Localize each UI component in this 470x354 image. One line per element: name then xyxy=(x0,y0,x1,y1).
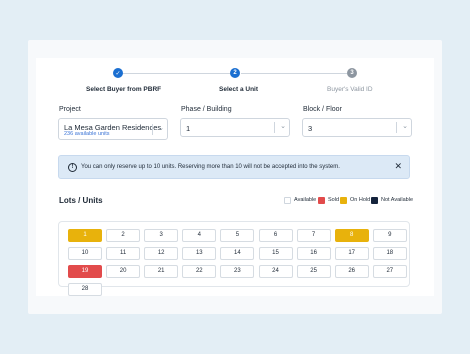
chevron-down-icon[interactable]: ⌄ xyxy=(280,122,286,130)
step-2-label[interactable]: Select a Unit xyxy=(219,86,258,93)
unit-tile-18[interactable]: 18 xyxy=(372,247,407,260)
unit-tile-7[interactable]: 7 xyxy=(296,229,331,242)
legend-not-available: Not Available xyxy=(371,196,413,204)
legend-on-hold: On Hold xyxy=(340,196,370,204)
unit-tile-5[interactable]: 5 xyxy=(220,229,255,242)
block-value: 3 xyxy=(308,124,313,133)
unit-tile-4[interactable]: 4 xyxy=(182,229,217,242)
unit-tile-13[interactable]: 13 xyxy=(182,247,217,260)
legend-sold: Sold xyxy=(318,196,339,204)
block-select[interactable]: 3 ⌄ xyxy=(302,118,412,137)
block-label: Block / Floor xyxy=(303,106,342,113)
step-2-number: 2 xyxy=(230,68,240,78)
step-connector-1 xyxy=(121,73,230,74)
step-connector-2 xyxy=(241,73,347,74)
unit-tile-12[interactable]: 12 xyxy=(144,247,179,260)
legend-swatch-not-available xyxy=(371,196,378,204)
unit-tile-14[interactable]: 14 xyxy=(220,247,255,260)
legend-label-available: Available xyxy=(294,197,317,203)
units-section-title: Lots / Units xyxy=(59,196,103,205)
step-1-label[interactable]: Select Buyer from PBRF xyxy=(86,86,161,93)
project-label: Project xyxy=(59,106,81,113)
select-divider xyxy=(396,122,397,133)
unit-tile-24[interactable]: 24 xyxy=(258,265,293,278)
phase-value: 1 xyxy=(186,124,191,133)
chevron-down-icon[interactable]: ⌄ xyxy=(402,122,408,130)
unit-tile-10[interactable]: 10 xyxy=(68,247,102,260)
step-3-label[interactable]: Buyer's Valid ID xyxy=(327,86,373,93)
unit-tile-17[interactable]: 17 xyxy=(334,247,369,260)
unit-tile-19[interactable]: 19 xyxy=(68,265,102,278)
unit-tile-20[interactable]: 20 xyxy=(106,265,141,278)
unit-tile-15[interactable]: 15 xyxy=(258,247,293,260)
stepper: ✓ Select Buyer from PBRF 2 Select a Unit… xyxy=(0,0,470,100)
select-divider xyxy=(152,124,153,135)
step-3-number: 3 xyxy=(347,68,357,78)
unit-tile-28[interactable]: 28 xyxy=(68,283,102,296)
step-1-check-icon: ✓ xyxy=(113,68,123,78)
unit-tile-9[interactable]: 9 xyxy=(372,229,407,242)
legend-swatch-on-hold xyxy=(340,196,347,204)
info-icon: ! xyxy=(68,163,77,172)
legend-label-on-hold: On Hold xyxy=(350,197,371,203)
unit-tile-23[interactable]: 23 xyxy=(220,265,255,278)
phase-label: Phase / Building xyxy=(181,106,232,113)
project-select[interactable]: La Mesa Garden Residences 236 available … xyxy=(58,118,168,140)
alert-message: You can only reserve up to 10 units. Res… xyxy=(81,164,340,170)
project-available-count: 236 available units xyxy=(64,131,110,137)
unit-tile-2[interactable]: 2 xyxy=(106,229,141,242)
unit-tile-11[interactable]: 11 xyxy=(106,247,141,260)
unit-tile-6[interactable]: 6 xyxy=(258,229,293,242)
unit-tile-3[interactable]: 3 xyxy=(144,229,179,242)
unit-tile-16[interactable]: 16 xyxy=(296,247,331,260)
unit-tile-21[interactable]: 21 xyxy=(144,265,179,278)
legend-available: Available xyxy=(284,196,316,204)
unit-tile-22[interactable]: 22 xyxy=(182,265,217,278)
close-icon[interactable]: ✕ xyxy=(394,161,402,172)
unit-tile-26[interactable]: 26 xyxy=(334,265,369,278)
unit-tile-27[interactable]: 27 xyxy=(372,265,407,278)
unit-tile-8[interactable]: 8 xyxy=(334,229,369,242)
legend-swatch-available xyxy=(284,196,291,204)
select-divider xyxy=(274,122,275,133)
legend-label-sold: Sold xyxy=(328,197,340,203)
unit-tile-1[interactable]: 1 xyxy=(68,229,102,242)
unit-tile-25[interactable]: 25 xyxy=(296,265,331,278)
reservation-limit-alert: ! You can only reserve up to 10 units. R… xyxy=(58,155,410,179)
phase-select[interactable]: 1 ⌄ xyxy=(180,118,290,137)
chevron-down-icon[interactable]: ⌄ xyxy=(158,124,164,132)
legend-swatch-sold xyxy=(318,196,325,204)
legend-label-not-available: Not Available xyxy=(381,197,414,203)
